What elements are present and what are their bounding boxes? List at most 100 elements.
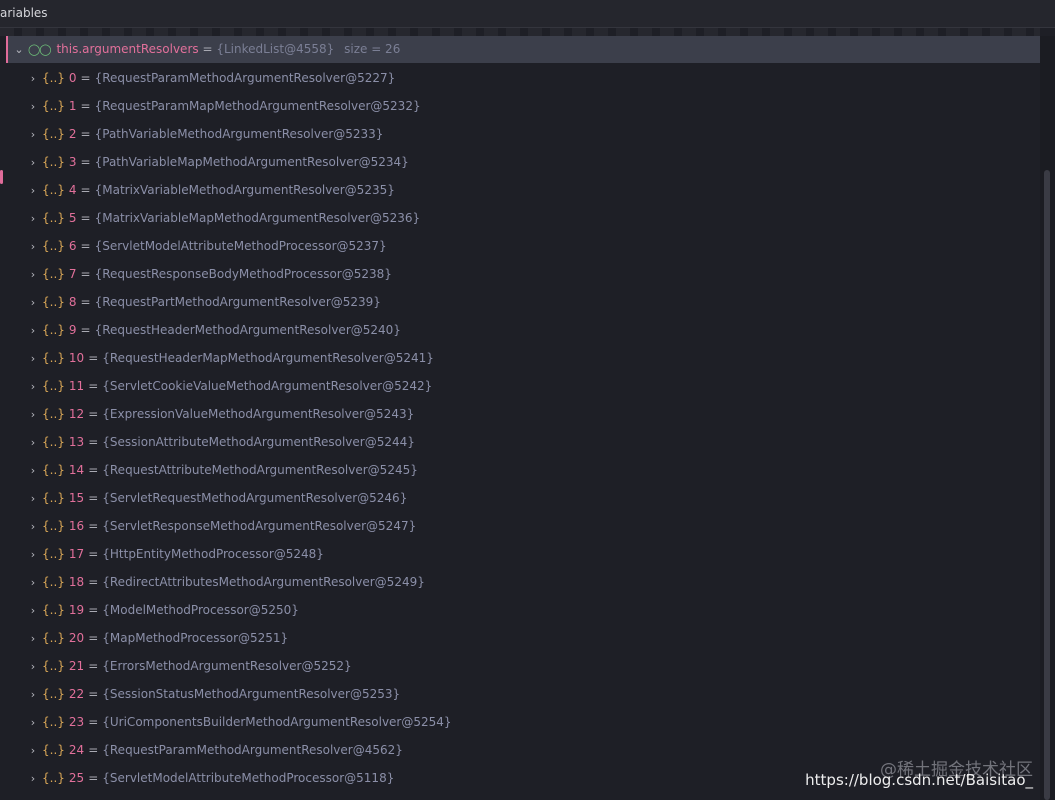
equals-sign: = <box>80 239 91 253</box>
object-brace: {..} <box>42 351 65 365</box>
list-item[interactable]: › {..} 17 = {HttpEntityMethodProcessor@5248} <box>26 540 324 568</box>
chevron-right-icon[interactable]: › <box>26 93 40 121</box>
item-value: {ErrorsMethodArgumentResolver@5252} <box>102 659 352 673</box>
item-value: {ServletModelAttributeMethodProcessor@51… <box>102 771 395 785</box>
chevron-down-icon[interactable]: ⌄ <box>12 36 26 63</box>
item-index: 2 <box>68 127 77 141</box>
item-index: 9 <box>68 323 77 337</box>
list-item[interactable]: › {..} 15 = {ServletRequestMethodArgumentRes… <box>26 484 408 513</box>
equals-sign: = <box>80 99 91 113</box>
chevron-right-icon[interactable]: › <box>26 289 40 317</box>
chevron-right-icon[interactable]: › <box>26 149 40 177</box>
list-item[interactable]: › {..} 10 = {RequestHeaderMapMethodArgumentR… <box>26 344 434 372</box>
chevron-right-icon[interactable]: › <box>26 65 40 93</box>
list-item[interactable]: › {..} 20 = {MapMethodProcessor@5251} <box>26 624 288 652</box>
chevron-right-icon[interactable]: › <box>26 709 40 737</box>
chevron-right-icon[interactable]: › <box>26 513 40 541</box>
object-brace: {..} <box>42 267 65 281</box>
item-value: {MatrixVariableMethodArgumentResolver@52… <box>94 183 395 197</box>
chevron-right-icon[interactable]: › <box>26 765 40 793</box>
chevron-right-icon[interactable]: › <box>26 597 40 625</box>
equals-sign: = <box>88 351 99 365</box>
list-item[interactable]: › {..} 0 = {RequestParamMethodArgumentResolv… <box>26 64 395 92</box>
list-item[interactable]: › {..} 22 = {SessionStatusMethodArgumentReso… <box>26 680 400 708</box>
object-brace: {..} <box>42 715 65 729</box>
equals-sign: = <box>88 519 99 533</box>
list-item[interactable]: › {..} 11 = {ServletCookieValueMethodArgumen… <box>26 372 432 400</box>
list-item[interactable]: › {..} 12 = {ExpressionValueMethodArgumentRe… <box>26 400 414 428</box>
object-brace: {..} <box>42 99 65 113</box>
chevron-right-icon[interactable]: › <box>26 485 40 513</box>
item-index: 16 <box>68 519 85 533</box>
list-item[interactable]: › {..} 7 = {RequestResponseBodyMethodProcess… <box>26 260 392 288</box>
item-value: {RedirectAttributesMethodArgumentResolve… <box>102 575 425 589</box>
chevron-right-icon[interactable]: › <box>26 401 40 429</box>
equals-sign: = <box>80 155 91 169</box>
item-value: {PathVariableMethodArgumentResolver@5233… <box>94 127 384 141</box>
chevron-right-icon[interactable]: › <box>26 177 40 205</box>
chevron-right-icon[interactable]: › <box>26 541 40 569</box>
list-item[interactable]: › {..} 9 = {RequestHeaderMethodArgumentResol… <box>26 316 401 344</box>
chevron-right-icon[interactable]: › <box>26 653 40 681</box>
list-item[interactable]: › {..} 8 = {RequestPartMethodArgumentResolve… <box>26 288 381 316</box>
list-item[interactable]: › {..} 4 = {MatrixVariableMethodArgumentReso… <box>26 176 395 204</box>
chevron-right-icon[interactable]: › <box>26 681 40 709</box>
item-value: {ServletModelAttributeMethodProcessor@52… <box>94 239 387 253</box>
object-brace: {..} <box>42 687 65 701</box>
chevron-right-icon[interactable]: › <box>26 569 40 597</box>
item-value: {RequestParamMethodArgumentResolver@5227… <box>94 71 396 85</box>
object-brace: {..} <box>42 435 65 449</box>
list-item[interactable]: › {..} 25 = {ServletModelAttributeMethodProc… <box>26 764 395 793</box>
item-index: 8 <box>68 295 77 309</box>
equals-sign: = <box>88 463 99 477</box>
list-item[interactable]: › {..} 24 = {RequestParamMethodArgumentResol… <box>26 736 403 764</box>
scrollbar-thumb[interactable] <box>1044 170 1050 800</box>
object-brace: {..} <box>42 743 65 757</box>
list-item[interactable]: › {..} 18 = {RedirectAttributesMethodArgumen… <box>26 568 425 596</box>
chevron-right-icon[interactable]: › <box>26 261 40 289</box>
object-brace: {..} <box>42 71 65 85</box>
list-item[interactable]: › {..} 1 = {RequestParamMapMethodArgumentRes… <box>26 92 421 120</box>
chevron-right-icon[interactable]: › <box>26 121 40 149</box>
chevron-right-icon[interactable]: › <box>26 345 40 373</box>
chevron-right-icon[interactable]: › <box>26 373 40 401</box>
list-item[interactable]: › {..} 14 = {RequestAttributeMethodArgumentR… <box>26 456 418 484</box>
equals-sign: = <box>88 491 99 505</box>
item-value: {ServletCookieValueMethodArgumentResolve… <box>102 379 433 393</box>
list-item[interactable]: › {..} 23 = {UriComponentsBuilderMethodArgum… <box>26 708 452 736</box>
header-divider <box>0 28 1040 36</box>
list-item[interactable]: › {..} 3 = {PathVariableMapMethodArgumentRes… <box>26 148 409 176</box>
item-value: {HttpEntityMethodProcessor@5248} <box>102 547 324 561</box>
variable-row-argument-resolvers[interactable]: ⌄ ◯◯ this.argumentResolvers = {LinkedList… <box>6 36 1040 63</box>
list-item[interactable]: › {..} 16 = {ServletResponseMethodArgumentRe… <box>26 512 416 540</box>
chevron-right-icon[interactable]: › <box>26 625 40 653</box>
chevron-right-icon[interactable]: › <box>26 233 40 261</box>
list-item[interactable]: › {..} 21 = {ErrorsMethodArgumentResolver@52… <box>26 652 352 680</box>
item-index: 7 <box>68 267 77 281</box>
equals-sign: = <box>202 42 213 56</box>
list-item[interactable]: › {..} 6 = {ServletModelAttributeMethodProce… <box>26 232 387 260</box>
equals-sign: = <box>80 323 91 337</box>
item-index: 11 <box>68 379 85 393</box>
chevron-right-icon[interactable]: › <box>26 429 40 457</box>
item-index: 23 <box>68 715 85 729</box>
chevron-right-icon[interactable]: › <box>26 317 40 345</box>
variable-name: this.argumentResolvers <box>56 42 199 56</box>
chevron-right-icon[interactable]: › <box>26 457 40 485</box>
item-value: {ServletRequestMethodArgumentResolver@52… <box>102 491 408 505</box>
list-item[interactable]: › {..} 2 = {PathVariableMethodArgumentResolv… <box>26 120 384 149</box>
chevron-right-icon[interactable]: › <box>26 737 40 765</box>
item-index: 12 <box>68 407 85 421</box>
item-index: 13 <box>68 435 85 449</box>
chevron-right-icon[interactable]: › <box>26 205 40 233</box>
item-index: 14 <box>68 463 85 477</box>
item-index: 20 <box>68 631 85 645</box>
breakpoint-marker <box>0 170 3 184</box>
item-value: {RequestResponseBodyMethodProcessor@5238… <box>94 267 392 281</box>
variable-type: {LinkedList@4558} <box>216 42 335 56</box>
item-value: {ModelMethodProcessor@5250} <box>102 603 299 617</box>
list-item[interactable]: › {..} 5 = {MatrixVariableMapMethodArgumentR… <box>26 204 420 232</box>
list-item[interactable]: › {..} 13 = {SessionAttributeMethodArgumentR… <box>26 428 415 456</box>
list-item[interactable]: › {..} 19 = {ModelMethodProcessor@5250} <box>26 596 299 624</box>
equals-sign: = <box>88 771 99 785</box>
